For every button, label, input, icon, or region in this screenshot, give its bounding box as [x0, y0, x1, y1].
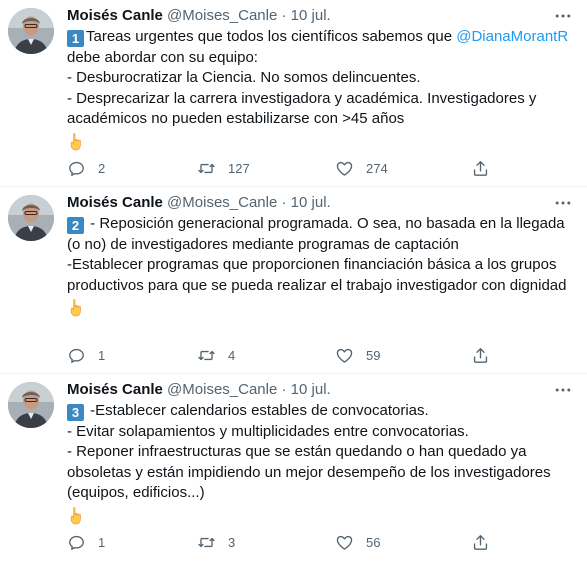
like-count: 59	[366, 347, 381, 363]
like-button[interactable]: 56	[335, 530, 380, 554]
author-name[interactable]: Moisés Canle	[67, 7, 163, 24]
more-icon[interactable]	[553, 6, 575, 26]
mention-link[interactable]: @DianaMorantR	[456, 28, 568, 45]
tweet[interactable]: Moisés Canle @Moises_Canle · 10 jul. 2 - …	[0, 187, 587, 374]
separator-dot: ·	[281, 7, 287, 24]
retweet-icon	[197, 159, 216, 178]
retweet-button[interactable]: 127	[197, 156, 250, 180]
like-icon	[335, 533, 354, 552]
tweet-text-line: - Reponer infraestructuras que se están …	[67, 443, 527, 460]
reply-button[interactable]: 1	[67, 343, 105, 367]
tweet-text-line: debe abordar con su equipo:	[67, 48, 258, 66]
avatar[interactable]	[8, 195, 54, 241]
reply-count: 1	[98, 534, 106, 550]
avatar[interactable]	[8, 382, 54, 428]
tweet-text-line: 1 Tareas urgentes que todos los científic…	[67, 27, 572, 48]
avatar[interactable]	[8, 8, 54, 54]
tweet-text-line: académicos no pueden estabilizarse con >…	[67, 110, 405, 127]
tweet-header: Moisés Canle @Moises_Canle · 10 jul.	[67, 6, 331, 26]
author-handle[interactable]: @Moises_Canle	[167, 7, 277, 24]
like-button[interactable]: 274	[335, 156, 388, 180]
tweet-actions: 2 127 274	[67, 156, 497, 180]
tweet-actions: 1 4 59	[67, 343, 497, 367]
like-button[interactable]: 59	[335, 343, 380, 367]
tweet-text-line: - Evitar solapamientos y multiplicidades…	[67, 422, 469, 440]
tweet-header: Moisés Canle @Moises_Canle · 10 jul.	[67, 380, 331, 400]
keycap-digit-icon: 2	[67, 217, 84, 234]
share-icon	[471, 533, 490, 552]
reply-icon	[67, 159, 86, 178]
separator-dot: ·	[281, 194, 287, 211]
reply-button[interactable]: 2	[67, 156, 105, 180]
author-handle[interactable]: @Moises_Canle	[167, 194, 277, 211]
retweet-count: 4	[228, 347, 236, 363]
more-icon[interactable]	[553, 380, 575, 400]
retweet-button[interactable]: 4	[197, 343, 235, 367]
tweet-text-line: - Desprecarizar la carrera investigadora…	[67, 89, 537, 107]
pointing-down-hand-icon	[67, 506, 87, 526]
reply-button[interactable]: 1	[67, 530, 105, 554]
tweet-text-line: -Establecer programas que proporcionen f…	[67, 256, 557, 273]
separator-dot: ·	[281, 381, 287, 398]
tweet-date[interactable]: 10 jul.	[291, 7, 331, 24]
author-name[interactable]: Moisés Canle	[67, 194, 163, 211]
like-icon	[335, 159, 354, 178]
tweet[interactable]: Moisés Canle @Moises_Canle · 10 jul. 1 Tar…	[0, 0, 587, 187]
share-button[interactable]	[471, 343, 490, 367]
author-name[interactable]: Moisés Canle	[67, 381, 163, 398]
tweet-text-line: 3 -Establecer calendarios estables de co…	[67, 401, 572, 422]
retweet-button[interactable]: 3	[197, 530, 235, 554]
tweet-text-line: - Desburocratizar la Ciencia. No somos d…	[67, 69, 421, 86]
author-handle[interactable]: @Moises_Canle	[167, 381, 277, 398]
tweet-text-line: (equipos, edificios...)	[67, 484, 205, 501]
tweet-text-line: (o no) de investigadores mediante progra…	[67, 235, 459, 253]
tweet-text-segment: Tareas urgentes que todos los científico…	[86, 28, 457, 45]
reply-count: 1	[98, 347, 106, 363]
retweet-count: 3	[228, 534, 236, 550]
tweet-header: Moisés Canle @Moises_Canle · 10 jul.	[67, 193, 331, 213]
share-button[interactable]	[471, 156, 490, 180]
retweet-icon	[197, 533, 216, 552]
reply-icon	[67, 533, 86, 552]
pointing-down-hand-icon	[67, 298, 87, 318]
share-button[interactable]	[471, 530, 490, 554]
share-icon	[471, 159, 490, 178]
tweet-text: 1 Tareas urgentes que todos los científic…	[67, 27, 572, 152]
pointing-down-hand-icon	[67, 132, 87, 152]
tweet-text: 3 -Establecer calendarios estables de co…	[67, 401, 572, 526]
tweet-date[interactable]: 10 jul.	[291, 381, 331, 398]
tweet-text-line: 2 - Reposición generacional programada. …	[67, 214, 572, 235]
like-count: 274	[366, 160, 388, 176]
keycap-digit-icon: 1	[67, 30, 84, 47]
tweet-actions: 1 3 56	[67, 530, 497, 554]
tweet-date[interactable]: 10 jul.	[291, 194, 331, 211]
retweet-icon	[197, 346, 216, 365]
like-count: 56	[366, 534, 381, 550]
reply-count: 2	[98, 160, 106, 176]
tweet-text-line: obsoletas y están impidiendo un mejor de…	[67, 463, 551, 481]
tweet-text: 2 - Reposición generacional programada. …	[67, 214, 572, 318]
retweet-count: 127	[228, 160, 250, 176]
keycap-digit-icon: 3	[67, 404, 84, 421]
more-icon[interactable]	[553, 193, 575, 213]
tweet-text-segment: - Reposición generacional programada. O …	[86, 215, 565, 232]
tweet-thread: Moisés Canle @Moises_Canle · 10 jul. 1 Tar…	[0, 0, 587, 561]
reply-icon	[67, 346, 86, 365]
like-icon	[335, 346, 354, 365]
tweet-text-line: productivos para que se pueda realizar e…	[67, 276, 567, 294]
share-icon	[471, 346, 490, 365]
tweet[interactable]: Moisés Canle @Moises_Canle · 10 jul. 3 -E…	[0, 374, 587, 561]
tweet-text-segment: -Establecer calendarios estables de conv…	[86, 402, 429, 419]
